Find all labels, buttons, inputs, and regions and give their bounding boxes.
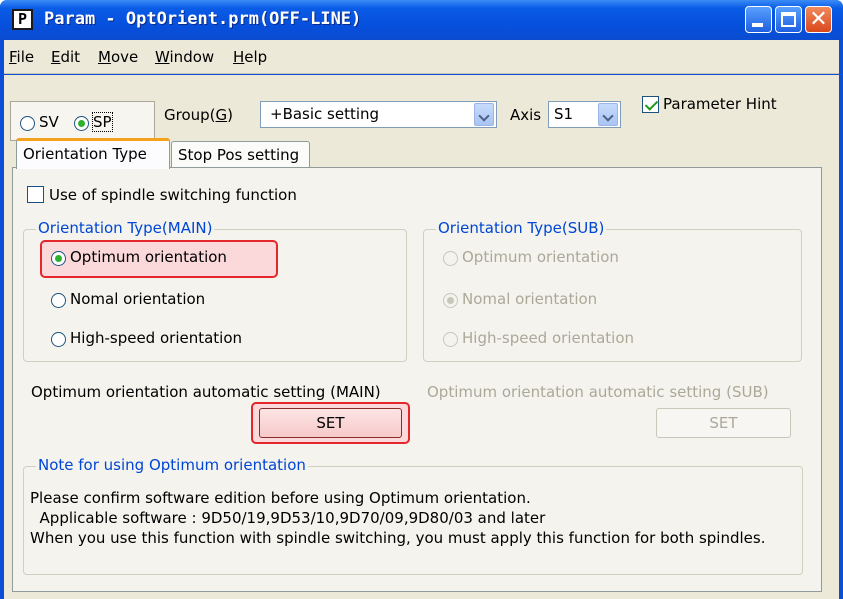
set-sub-button[interactable]: SET — [656, 408, 791, 438]
nomal-main-label: Nomal orientation — [70, 290, 206, 308]
note-group: Note for using Optimum orientation Pleas… — [23, 456, 803, 575]
tab-panel: Use of spindle switching function Orient… — [12, 167, 822, 592]
axis-select[interactable]: S1 — [548, 101, 621, 128]
optimum-main-label: Optimum orientation — [70, 248, 227, 266]
chevron-down-icon[interactable] — [598, 103, 618, 126]
close-button[interactable]: ✕ — [805, 6, 832, 33]
spindle-switching-checkbox[interactable] — [27, 186, 44, 203]
orientation-main-title: Orientation Type(MAIN) — [36, 219, 215, 237]
menu-move[interactable]: Move — [98, 48, 138, 66]
menu-bar: File Edit Move Window Help — [4, 40, 839, 74]
maximize-button[interactable] — [775, 6, 802, 33]
auto-main-label: Optimum orientation automatic setting (M… — [31, 383, 381, 401]
highspeed-main-label: High-speed orientation — [70, 329, 243, 347]
menu-window[interactable]: Window — [155, 48, 214, 66]
minimize-button[interactable] — [745, 6, 772, 33]
optimum-sub-label: Optimum orientation — [462, 248, 619, 266]
title-bar[interactable]: P Param - OptOrient.prm(OFF-LINE) ✕ — [0, 0, 843, 40]
window-title: Param - OptOrient.prm(OFF-LINE) — [44, 9, 362, 29]
optimum-main-radio[interactable] — [51, 251, 66, 266]
orientation-main-group: Orientation Type(MAIN) Optimum orientati… — [23, 219, 407, 362]
menu-edit[interactable]: Edit — [51, 48, 80, 66]
orientation-sub-group: Orientation Type(SUB) Optimum orientatio… — [423, 219, 802, 362]
tab-orientation-type[interactable]: Orientation Type — [16, 138, 170, 169]
checkmark-icon — [644, 97, 659, 111]
parameter-hint-checkbox[interactable] — [642, 96, 659, 113]
sp-label: SP — [92, 112, 113, 132]
nomal-main-radio[interactable] — [51, 293, 66, 308]
auto-sub-label: Optimum orientation automatic setting (S… — [427, 383, 769, 401]
note-line-3: When you use this function with spindle … — [30, 529, 766, 547]
parameter-hint-label: Parameter Hint — [663, 95, 777, 113]
group-select-value: +Basic setting — [270, 105, 380, 123]
sv-radio[interactable] — [20, 116, 35, 131]
group-select[interactable]: +Basic setting — [260, 101, 497, 128]
nomal-sub-radio[interactable] — [443, 293, 458, 308]
param-app-icon[interactable]: P — [12, 9, 33, 30]
highspeed-sub-label: High-speed orientation — [462, 329, 635, 347]
close-icon: ✕ — [809, 7, 828, 32]
note-line-2: Applicable software : 9D50/19,9D53/10,9D… — [39, 509, 546, 527]
highspeed-sub-radio[interactable] — [443, 332, 458, 347]
spindle-switching-label: Use of spindle switching function — [49, 186, 297, 204]
note-title: Note for using Optimum orientation — [36, 456, 308, 474]
set-main-button[interactable]: SET — [259, 408, 402, 438]
optimum-sub-radio[interactable] — [443, 251, 458, 266]
chevron-down-icon[interactable] — [474, 103, 494, 126]
nomal-sub-label: Nomal orientation — [462, 290, 598, 308]
mode-selector: SV SP — [10, 101, 155, 141]
menu-file[interactable]: File — [9, 48, 34, 66]
group-label: Group(G) — [164, 106, 234, 124]
axis-select-value: S1 — [554, 105, 574, 123]
minimize-icon — [752, 23, 763, 27]
app-window: P Param - OptOrient.prm(OFF-LINE) ✕ File… — [0, 0, 843, 599]
sp-radio[interactable] — [74, 116, 89, 131]
axis-label: Axis — [510, 106, 542, 124]
highspeed-main-radio[interactable] — [51, 332, 66, 347]
note-line-1: Please confirm software edition before u… — [30, 489, 531, 507]
sv-label: SV — [39, 113, 59, 131]
tab-stop-pos-setting[interactable]: Stop Pos setting — [171, 141, 310, 169]
maximize-icon — [781, 12, 796, 27]
menu-help[interactable]: Help — [233, 48, 267, 66]
orientation-sub-title: Orientation Type(SUB) — [436, 219, 607, 237]
